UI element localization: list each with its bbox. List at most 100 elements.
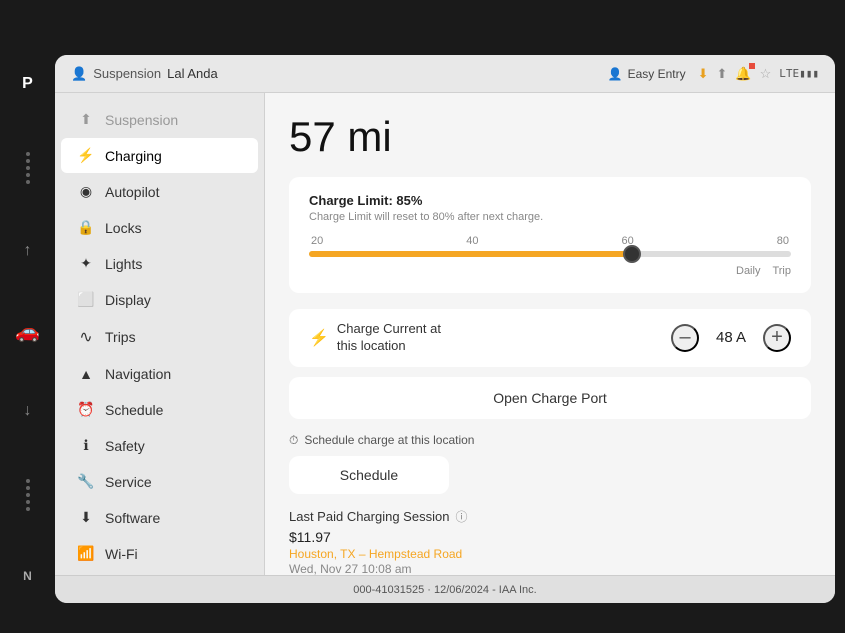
bottom-bar: 000-41031525 · 12/06/2024 - IAA Inc. bbox=[55, 575, 835, 603]
last-paid-amount: $11.97 bbox=[289, 529, 811, 545]
slider-label-40: 40 bbox=[466, 235, 478, 247]
star-icon: ☆ bbox=[760, 66, 772, 82]
slider-label-20: 20 bbox=[311, 235, 323, 247]
sidebar-item-safety[interactable]: ℹ Safety bbox=[61, 428, 258, 463]
sidebar-item-navigation[interactable]: ▲ Navigation bbox=[61, 357, 258, 391]
sidebar-label-locks: Locks bbox=[105, 220, 142, 236]
last-paid-title: Last Paid Charging Session bbox=[289, 509, 449, 524]
clock-icon: ⏱ bbox=[289, 433, 298, 448]
sidebar-item-software[interactable]: ⬇ Software bbox=[61, 500, 258, 535]
charge-increase-button[interactable]: + bbox=[763, 324, 791, 352]
charge-limit-title: Charge Limit: 85% bbox=[309, 193, 791, 208]
charge-decrease-button[interactable]: – bbox=[671, 324, 699, 352]
last-paid-date: Wed, Nov 27 10:08 am bbox=[289, 562, 811, 575]
charge-current-value: 48 A bbox=[711, 329, 751, 346]
person-icon: 👤 bbox=[71, 66, 87, 82]
sidebar-label-autopilot: Autopilot bbox=[105, 184, 159, 200]
sidebar-label-suspension: Suspension bbox=[105, 112, 178, 128]
sidebar-label-software: Software bbox=[105, 510, 160, 526]
gear-n-indicator: N bbox=[23, 569, 32, 583]
sidebar-item-suspension[interactable]: ⬆ Suspension bbox=[61, 102, 258, 137]
status-icons: ⬇ ⬆ 🔔 ☆ LTE▮▮▮ bbox=[698, 66, 819, 82]
last-paid-section: Last Paid Charging Session ⓘ $11.97 Hous… bbox=[289, 508, 811, 575]
sidebar-item-charging[interactable]: ⚡ Charging bbox=[61, 138, 258, 173]
profile-section[interactable]: 👤 Suspension Lal Anda bbox=[71, 66, 218, 82]
charge-current-controls: – 48 A + bbox=[671, 324, 791, 352]
sidebar-label-wifi: Wi-Fi bbox=[105, 546, 138, 562]
daily-label: Daily bbox=[736, 265, 760, 277]
trips-icon: ∿ bbox=[77, 327, 95, 347]
navigation-icon: ▲ bbox=[77, 366, 95, 382]
last-paid-header: Last Paid Charging Session ⓘ bbox=[289, 508, 811, 525]
schedule-icon: ⏰ bbox=[77, 401, 95, 418]
slider-thumb[interactable] bbox=[623, 245, 641, 263]
software-icon: ⬇ bbox=[77, 509, 95, 526]
sidebar-item-lights[interactable]: ✦ Lights bbox=[61, 246, 258, 281]
download-icon: ⬇ bbox=[698, 66, 709, 82]
sidebar: ⬆ Suspension ⚡ Charging ◉ Autopilot 🔒 Lo… bbox=[55, 93, 265, 575]
charge-current-icon: ⚡ bbox=[309, 328, 329, 348]
bell-icon: 🔔 bbox=[735, 66, 751, 82]
sidebar-label-charging: Charging bbox=[105, 148, 162, 164]
info-icon: ⓘ bbox=[455, 508, 467, 525]
battery-miles: 57 mi bbox=[289, 113, 811, 161]
gear-dots bbox=[26, 152, 30, 184]
charging-icon: ⚡ bbox=[77, 147, 95, 164]
car-side-icon: 🚗 bbox=[15, 319, 40, 344]
main-content: ⬆ Suspension ⚡ Charging ◉ Autopilot 🔒 Lo… bbox=[55, 93, 835, 575]
slider-daily-trip: Daily Trip bbox=[309, 265, 791, 277]
sidebar-item-trips[interactable]: ∿ Trips bbox=[61, 318, 258, 356]
charge-current-left: ⚡ Charge Current atthis location bbox=[309, 321, 441, 355]
sidebar-label-navigation: Navigation bbox=[105, 366, 171, 382]
sidebar-item-locks[interactable]: 🔒 Locks bbox=[61, 210, 258, 245]
charge-current-label: Charge Current atthis location bbox=[337, 321, 441, 355]
autopilot-icon: ◉ bbox=[77, 183, 95, 200]
trip-label: Trip bbox=[772, 265, 791, 277]
slider-fill bbox=[309, 251, 632, 257]
schedule-button[interactable]: Schedule bbox=[289, 456, 449, 494]
person-icon-2: 👤 bbox=[608, 67, 623, 81]
left-edge-panel: P ↑ 🚗 ↓ N bbox=[0, 55, 55, 603]
bottom-bar-text: 000-41031525 · 12/06/2024 - IAA Inc. bbox=[353, 584, 536, 596]
right-panel: 57 mi Charge Limit: 85% Charge Limit wil… bbox=[265, 93, 835, 575]
sidebar-label-service: Service bbox=[105, 474, 152, 490]
sidebar-label-display: Display bbox=[105, 292, 151, 308]
schedule-location-label: Schedule charge at this location bbox=[304, 433, 474, 447]
top-bar: 👤 Suspension Lal Anda 👤 Easy Entry ⬇ ⬆ 🔔… bbox=[55, 55, 835, 93]
schedule-label-row: ⏱ Schedule charge at this location bbox=[289, 433, 811, 448]
sidebar-label-trips: Trips bbox=[105, 329, 136, 345]
suspension-icon: ⬆ bbox=[77, 111, 95, 128]
main-screen: 👤 Suspension Lal Anda 👤 Easy Entry ⬇ ⬆ 🔔… bbox=[55, 55, 835, 603]
top-bar-center: 👤 Easy Entry ⬇ ⬆ 🔔 ☆ LTE▮▮▮ bbox=[608, 66, 819, 82]
signal-icon: LTE▮▮▮ bbox=[779, 67, 819, 80]
arrow-up-indicator: ↑ bbox=[24, 242, 32, 260]
schedule-section: ⏱ Schedule charge at this location Sched… bbox=[289, 433, 811, 494]
sidebar-label-lights: Lights bbox=[105, 256, 142, 272]
slider-label-80: 80 bbox=[777, 235, 789, 247]
lights-icon: ✦ bbox=[77, 255, 95, 272]
sidebar-item-wifi[interactable]: 📶 Wi-Fi bbox=[61, 536, 258, 571]
service-icon: 🔧 bbox=[77, 473, 95, 490]
last-paid-location: Houston, TX – Hempstead Road bbox=[289, 547, 811, 561]
arrow-down-indicator: ↓ bbox=[24, 402, 32, 420]
easy-entry-label: Easy Entry bbox=[628, 67, 686, 81]
sidebar-item-autopilot[interactable]: ◉ Autopilot bbox=[61, 174, 258, 209]
charge-limit-slider[interactable] bbox=[309, 251, 791, 257]
profile-name: Suspension bbox=[93, 66, 161, 81]
gear-p-indicator: P bbox=[22, 75, 33, 93]
sidebar-item-display[interactable]: ⬜ Display bbox=[61, 282, 258, 317]
profile-name-main: Lal Anda bbox=[167, 66, 218, 81]
sidebar-label-schedule: Schedule bbox=[105, 402, 163, 418]
open-charge-port-button[interactable]: Open Charge Port bbox=[289, 377, 811, 419]
slider-labels: 20 40 60 80 bbox=[309, 235, 791, 247]
easy-entry-section[interactable]: 👤 Easy Entry bbox=[608, 67, 686, 81]
gear-dots-bottom bbox=[26, 479, 30, 511]
sidebar-item-service[interactable]: 🔧 Service bbox=[61, 464, 258, 499]
slider-track bbox=[309, 251, 791, 257]
sidebar-item-schedule[interactable]: ⏰ Schedule bbox=[61, 392, 258, 427]
charge-limit-card: Charge Limit: 85% Charge Limit will rese… bbox=[289, 177, 811, 293]
charge-current-card: ⚡ Charge Current atthis location – 48 A … bbox=[289, 309, 811, 367]
wifi-icon: 📶 bbox=[77, 545, 95, 562]
charge-limit-note: Charge Limit will reset to 80% after nex… bbox=[309, 211, 791, 223]
safety-icon: ℹ bbox=[77, 437, 95, 454]
